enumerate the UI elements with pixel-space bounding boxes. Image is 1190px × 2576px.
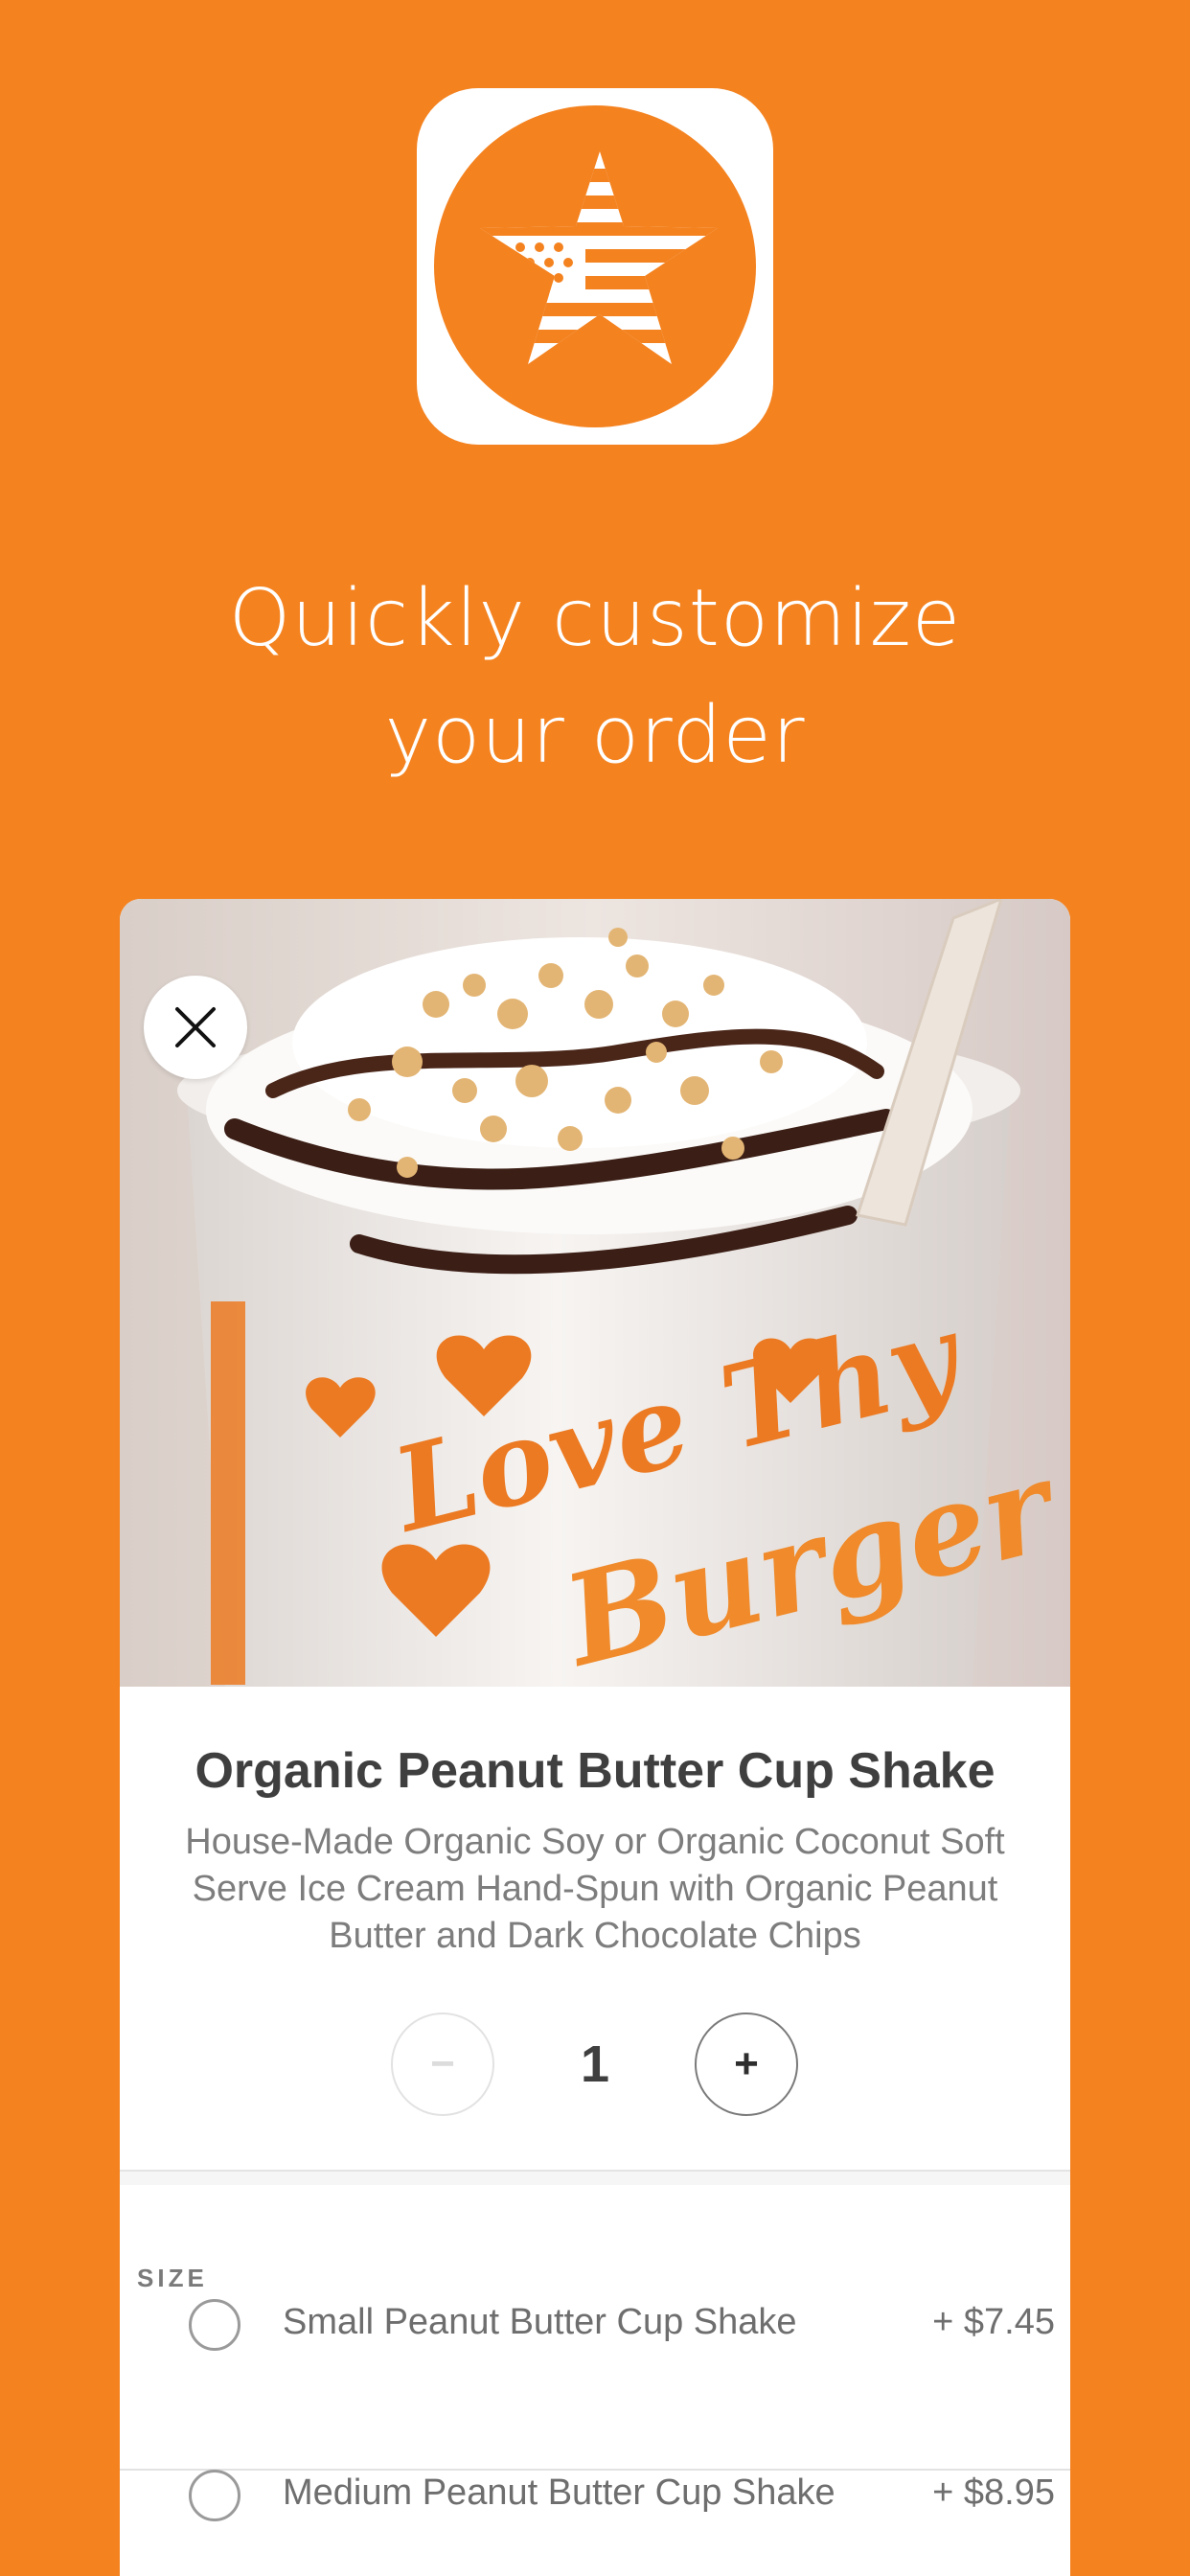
size-option-small[interactable]: Small Peanut Butter Cup Shake + $7.45 [120, 2262, 1070, 2386]
radio-button[interactable] [189, 2470, 240, 2521]
size-option-label: Small Peanut Butter Cup Shake [283, 2302, 797, 2342]
product-title: Organic Peanut Butter Cup Shake [195, 1743, 995, 1799]
size-option-label: Medium Peanut Butter Cup Shake [283, 2472, 835, 2513]
decrease-quantity-button[interactable]: − [391, 2012, 494, 2116]
product-description: House-Made Organic Soy or Organic Coconu… [185, 1822, 1005, 1956]
quantity-stepper: − 1 + [120, 2012, 1070, 2116]
product-photo: Love Thy Burger [120, 899, 1070, 1687]
close-icon [175, 1007, 216, 1047]
size-option-price: + $8.95 [932, 2472, 1055, 2513]
star-flag-logo-icon [434, 105, 756, 427]
product-customize-card: Love Thy Burger Organic Peanut Butter Cu… [120, 899, 1070, 2576]
size-option-medium[interactable]: Medium Peanut Butter Cup Shake + $8.95 [120, 2432, 1070, 2557]
section-divider [120, 2170, 1070, 2185]
headline-line-2: your order [384, 690, 806, 781]
close-button[interactable] [144, 976, 247, 1079]
app-logo [417, 88, 773, 445]
size-option-price: + $7.45 [932, 2302, 1055, 2342]
quantity-value: 1 [580, 2036, 610, 2093]
headline-line-1: Quickly customize [228, 573, 962, 664]
increase-quantity-button[interactable]: + [695, 2012, 798, 2116]
onboarding-screen: Quickly customize your order Love Thy Bu… [0, 0, 1190, 2576]
radio-button[interactable] [189, 2299, 240, 2351]
onboarding-headline: Quickly customize your order [0, 561, 1190, 794]
